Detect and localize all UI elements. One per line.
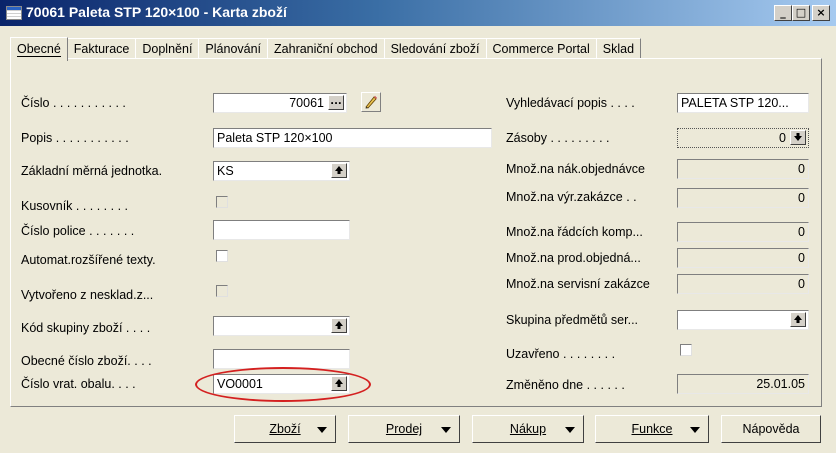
lookup-arrow-icon — [335, 379, 343, 387]
automat-checkbox[interactable] — [216, 250, 228, 262]
zasoby-label: Zásoby . . . . . . . . . — [506, 131, 610, 145]
lookup-arrow-icon — [335, 321, 343, 329]
uzavreno-label: Uzavřeno . . . . . . . . — [506, 347, 616, 361]
edit-pencil-button[interactable] — [361, 92, 381, 112]
tab-obecne[interactable]: Obecné — [10, 37, 68, 61]
obecne-cislo-label: Obecné číslo zboží. . . . — [21, 354, 152, 368]
zmeneno-field: 25.01.05 — [677, 374, 809, 394]
popis-label: Popis . . . . . . . . . . . — [21, 131, 129, 145]
nakup-label: Nákup — [509, 422, 547, 436]
item-card-window: 70061 Paleta STP 120×100 - Karta zboží _… — [0, 0, 836, 453]
popis-field[interactable]: Paleta STP 120×100 — [213, 128, 492, 148]
minimize-button[interactable]: _ — [774, 5, 792, 21]
zasoby-field[interactable]: 0 — [677, 128, 809, 148]
tab-commerce-portal[interactable]: Commerce Portal — [485, 38, 597, 59]
skupina-lookup-button[interactable] — [790, 312, 806, 327]
cislo-vrat-label: Číslo vrat. obalu. . . . — [21, 377, 136, 391]
maximize-button[interactable]: □ — [792, 5, 810, 21]
kusovnik-label: Kusovník . . . . . . . . — [21, 199, 128, 213]
mnoz-vyr-label: Množ.na výr.zakázce . . — [506, 190, 637, 204]
cislo-field[interactable]: 70061 ... — [213, 93, 347, 113]
tab-sklad[interactable]: Sklad — [595, 38, 642, 59]
mnoz-serv-label: Množ.na servisní zakázce — [506, 277, 650, 291]
obecne-cislo-field[interactable] — [213, 349, 350, 369]
nakup-menu-button[interactable]: Nákup — [472, 415, 584, 443]
mnoz-vyr-field: 0 — [677, 188, 809, 208]
mnoz-prod-field: 0 — [677, 248, 809, 268]
prodej-label: Prodej — [385, 422, 423, 436]
cislo-police-field[interactable] — [213, 220, 350, 240]
dropdown-arrow-icon — [317, 427, 327, 433]
dropdown-arrow-icon — [565, 427, 575, 433]
kusovnik-checkbox[interactable] — [216, 196, 228, 208]
mnoz-nak-field: 0 — [677, 159, 809, 179]
tab-strip: Obecné Fakturace Doplnění Plánování Zahranič… — [10, 35, 642, 61]
drilldown-arrow-icon — [794, 133, 802, 141]
funkce-label: Funkce — [631, 422, 673, 436]
cislo-value: 70061 — [289, 96, 324, 110]
prodej-menu-button[interactable]: Prodej — [348, 415, 460, 443]
mnoz-radcich-field: 0 — [677, 222, 809, 242]
vyhledavaci-label: Vyhledávací popis . . . . — [506, 96, 635, 110]
tab-zahranicni-obchod[interactable]: Zahraniční obchod — [267, 38, 385, 59]
tab-planovani[interactable]: Plánování — [198, 38, 269, 59]
title-bar: 70061 Paleta STP 120×100 - Karta zboží _… — [0, 0, 836, 26]
close-button[interactable]: × — [812, 5, 830, 21]
mnoz-prod-label: Množ.na prod.objedná... — [506, 251, 641, 265]
window-title: 70061 Paleta STP 120×100 - Karta zboží — [26, 4, 287, 20]
mnoz-radcich-label: Množ.na řádcích komp... — [506, 225, 643, 239]
zasoby-value: 0 — [779, 131, 786, 145]
lookup-arrow-icon — [335, 166, 343, 174]
tab-sledovani-zbozi[interactable]: Sledování zboží — [383, 38, 487, 59]
jednotka-field[interactable]: KS — [213, 161, 350, 181]
tab-doplneni[interactable]: Doplnění — [135, 38, 200, 59]
zmeneno-label: Změněno dne . . . . . . — [506, 378, 625, 392]
cislo-label: Číslo . . . . . . . . . . . — [21, 96, 126, 110]
funkce-menu-button[interactable]: Funkce — [595, 415, 709, 443]
pencil-icon — [365, 95, 378, 109]
cislo-vrat-lookup-button[interactable] — [331, 376, 347, 391]
dropdown-arrow-icon — [690, 427, 700, 433]
vytvoreno-label: Vytvořeno z nesklad.z... — [21, 288, 154, 302]
vyhledavaci-field[interactable]: PALETA STP 120... — [677, 93, 809, 113]
kod-skupiny-field[interactable] — [213, 316, 350, 336]
vytvoreno-checkbox[interactable] — [216, 285, 228, 297]
lookup-arrow-icon — [794, 315, 802, 323]
form-icon — [6, 6, 22, 20]
skupina-field[interactable] — [677, 310, 809, 330]
kod-skupiny-label: Kód skupiny zboží . . . . — [21, 321, 151, 335]
cislo-assist-button[interactable]: ... — [328, 95, 344, 110]
cislo-vrat-field[interactable]: VO0001 — [213, 374, 350, 394]
kod-skupiny-lookup-button[interactable] — [331, 318, 347, 333]
zbozi-label: Zboží — [269, 422, 301, 436]
automat-label: Automat.rozšířené texty. — [21, 253, 156, 267]
cislo-police-label: Číslo police . . . . . . . — [21, 224, 135, 238]
zbozi-menu-button[interactable]: Zboží — [234, 415, 336, 443]
cislo-vrat-value: VO0001 — [217, 377, 263, 391]
zasoby-drilldown-button[interactable] — [790, 130, 806, 145]
jednotka-label: Základní měrná jednotka. — [21, 164, 163, 178]
mnoz-serv-field: 0 — [677, 274, 809, 294]
jednotka-lookup-button[interactable] — [331, 163, 347, 178]
uzavreno-checkbox[interactable] — [680, 344, 692, 356]
dropdown-arrow-icon — [441, 427, 451, 433]
jednotka-value: KS — [217, 164, 234, 178]
help-button[interactable]: Nápověda — [721, 415, 821, 443]
skupina-label: Skupina předmětů ser... — [506, 313, 639, 327]
mnoz-nak-label: Množ.na nák.objednávce — [506, 162, 645, 176]
tab-fakturace[interactable]: Fakturace — [66, 38, 137, 59]
